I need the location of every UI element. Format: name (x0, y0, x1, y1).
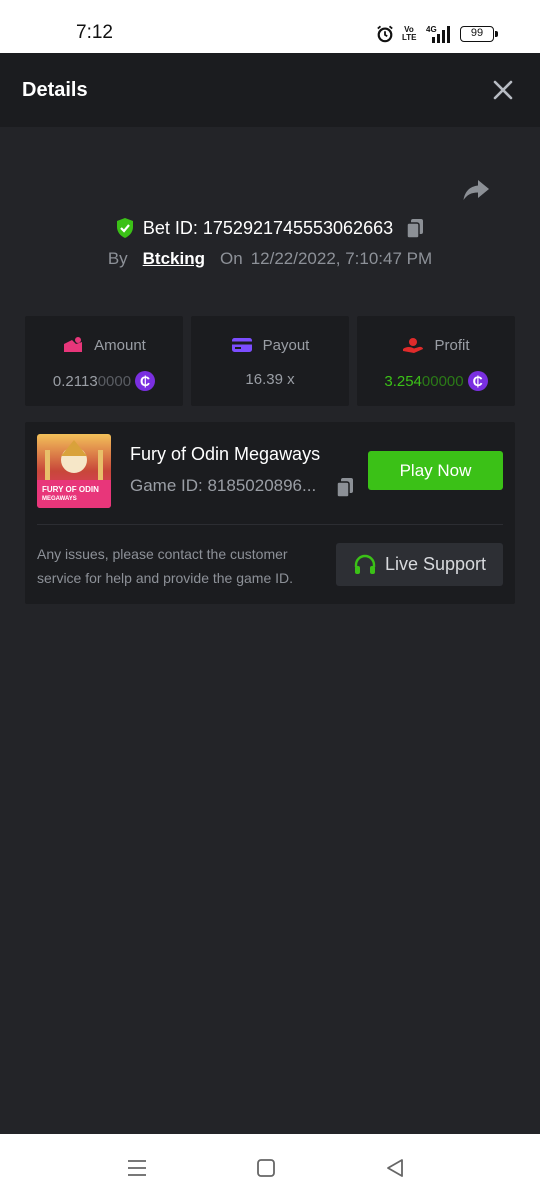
system-nav-bar (0, 1134, 540, 1200)
support-hint-text: Any issues, please contact the customer … (37, 546, 294, 586)
bet-byline: By Btcking On 12/22/2022, 7:10:47 PM (0, 249, 540, 269)
alarm-icon (377, 25, 393, 43)
stat-label-row: Amount (25, 336, 183, 354)
game-thumbnail-art: FURY OF ODIN MEGAWAYS (37, 434, 111, 508)
username-link[interactable]: Btcking (143, 249, 205, 269)
payout-value: 16.39 x (245, 371, 295, 388)
volte-icon: Vo LTE (402, 25, 417, 42)
status-icons: Vo LTE 4G 99 (376, 24, 498, 44)
stat-payout: Payout 16.39 x (191, 316, 349, 406)
stat-label-row: Profit (357, 336, 515, 354)
play-now-button[interactable]: Play Now (368, 451, 503, 490)
page-title: Details (22, 79, 88, 101)
profit-value-main: 3.254 (384, 372, 422, 390)
menu-icon[interactable] (125, 1156, 149, 1180)
stat-profit: Profit 3.254 00000 ₵ (357, 316, 515, 406)
game-id: Game ID: 8185020896... (130, 476, 317, 495)
thumb-title: FURY OF ODIN (42, 485, 99, 494)
close-icon[interactable] (492, 79, 514, 101)
signal-icon: 4G (426, 25, 450, 43)
game-name: Fury of Odin Megaways (130, 444, 321, 464)
svg-text:4G: 4G (426, 25, 437, 34)
card-icon (231, 338, 252, 352)
stat-label: Profit (434, 336, 470, 354)
profit-value-dim: 00000 (421, 372, 464, 390)
on-label: On (220, 249, 243, 268)
home-icon[interactable] (254, 1156, 278, 1180)
amount-value-dim: 0000 (97, 372, 132, 390)
coin-icon: ₵ (135, 371, 156, 391)
bet-id-row: Bet ID: 1752921745553062663 (0, 216, 540, 240)
bet-datetime: 12/22/2022, 7:10:47 PM (250, 249, 433, 268)
battery-icon: 99 (460, 26, 498, 42)
divider (37, 524, 503, 525)
stat-label: Amount (94, 336, 146, 354)
stat-value: 3.254 00000 ₵ (357, 371, 515, 391)
copy-icon[interactable] (335, 476, 355, 498)
headset-icon (354, 554, 376, 574)
profit-icon (403, 338, 424, 353)
amount-value-main: 0.2113 (52, 372, 98, 390)
stat-label-row: Payout (191, 336, 349, 354)
by-label: By (107, 249, 128, 268)
bet-id: Bet ID: 1752921745553062663 (142, 217, 394, 238)
share-icon[interactable] (462, 176, 490, 204)
stat-amount: Amount 0.2113 0000 ₵ (25, 316, 183, 406)
copy-icon[interactable] (405, 217, 425, 239)
live-support-label: Live Support (384, 554, 487, 574)
shield-check-icon (116, 218, 133, 238)
thumb-subtitle: MEGAWAYS (42, 496, 77, 502)
game-thumbnail[interactable]: FURY OF ODIN MEGAWAYS (37, 434, 111, 508)
status-time: 7:12 (76, 22, 113, 43)
status-bar: 7:12 Vo LTE 4G 99 (0, 0, 540, 53)
game-card: FURY OF ODIN MEGAWAYS Fury of Odin Megaw… (25, 422, 515, 604)
stat-value: 16.39 x (191, 371, 349, 388)
stat-label: Payout (262, 336, 310, 354)
live-support-button[interactable]: Live Support (336, 543, 503, 586)
amount-icon (64, 337, 83, 352)
bet-stats: Amount 0.2113 0000 ₵ Payout 16.39 x Profi… (25, 316, 515, 406)
stat-value: 0.2113 0000 ₵ (25, 371, 183, 391)
back-icon[interactable] (383, 1156, 407, 1180)
details-header: Details (0, 53, 540, 127)
coin-icon: ₵ (467, 371, 488, 391)
